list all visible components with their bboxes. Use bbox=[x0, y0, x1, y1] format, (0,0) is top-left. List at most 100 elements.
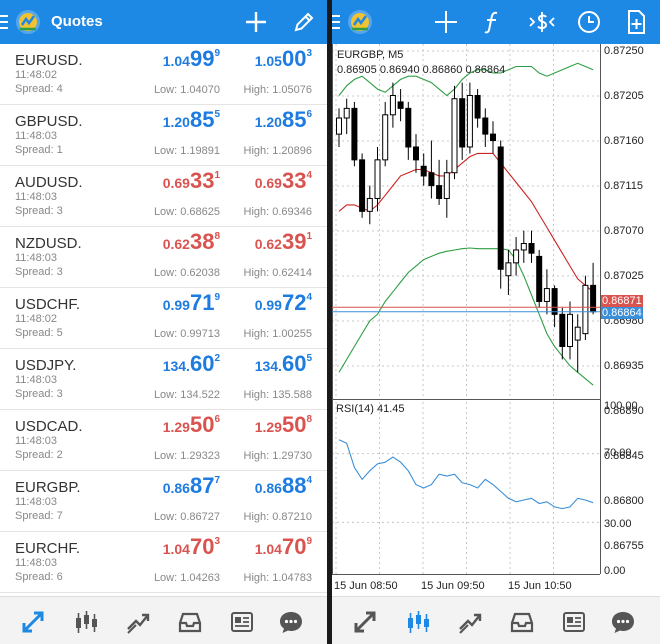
candle-body bbox=[474, 94, 481, 119]
bid-price: 0.62388 bbox=[163, 231, 220, 253]
symbol-switch-icon[interactable] bbox=[528, 8, 556, 36]
ask-price-big: 39 bbox=[281, 229, 307, 254]
price-chart[interactable]: EURGBP, M5 0.86905 0.86940 0.86860 0.868… bbox=[332, 44, 660, 596]
bid-price: 1.20855 bbox=[163, 109, 220, 131]
bid-price-big: 71 bbox=[189, 290, 215, 315]
candle-body bbox=[405, 107, 412, 148]
quote-row[interactable]: USDCAD. 11:48:03 Spread: 2 1.29506 1.29508 Lo… bbox=[0, 410, 327, 471]
candle-body bbox=[574, 326, 581, 341]
low-value: Low: 0.99713 bbox=[153, 328, 220, 340]
chart-candles-icon[interactable] bbox=[73, 609, 99, 635]
ask-price-prefix: 0.99 bbox=[254, 297, 282, 313]
bid-price-prefix: 1.20 bbox=[162, 114, 190, 130]
bid-price-big: 70 bbox=[189, 534, 215, 559]
candle-body bbox=[559, 313, 566, 348]
quote-row[interactable]: GBPUSD. 11:48:03 Spread: 1 1.20855 1.20856 Lo… bbox=[0, 105, 327, 166]
quotes-arrows-icon[interactable] bbox=[352, 609, 378, 635]
bid-price: 0.69331 bbox=[163, 170, 220, 192]
ask-price-prefix: 1.05 bbox=[254, 53, 282, 69]
ask-price-pip: 1 bbox=[306, 231, 312, 242]
ask-price-prefix: 1.20 bbox=[254, 114, 282, 130]
quote-time: 11:48:03 bbox=[15, 374, 58, 386]
trade-arrows-icon[interactable] bbox=[457, 609, 483, 635]
candle-body bbox=[551, 288, 558, 315]
rsi-axis-label: 70.00 bbox=[604, 447, 632, 459]
quotes-arrows-icon[interactable] bbox=[20, 609, 46, 635]
edit-pencil-icon[interactable] bbox=[290, 8, 318, 36]
ask-price: 1.04709 bbox=[255, 536, 312, 558]
candle-body bbox=[520, 243, 527, 251]
quote-row[interactable]: EURUSD. 11:48:02 Spread: 4 1.04999 1.05003 Lo… bbox=[0, 44, 327, 105]
bid-price-tag: 0.86864 bbox=[601, 306, 643, 319]
bid-price: 1.04999 bbox=[163, 48, 220, 70]
candle-body bbox=[413, 146, 419, 161]
menu-icon[interactable] bbox=[332, 11, 342, 33]
candle-body bbox=[582, 284, 589, 335]
low-value: Low: 1.19891 bbox=[153, 145, 220, 157]
bid-price-pip: 7 bbox=[214, 475, 220, 486]
crosshair-icon[interactable] bbox=[432, 8, 460, 36]
candle-body bbox=[343, 107, 350, 119]
ask-price-tag: 0.86871 bbox=[601, 295, 643, 308]
ask-price: 1.20856 bbox=[255, 109, 312, 131]
bid-price-pip: 6 bbox=[214, 414, 220, 425]
quote-row[interactable]: EURCHF. 11:48:03 Spread: 6 1.04703 1.04709 Lo… bbox=[0, 532, 327, 593]
low-value: Low: 1.29323 bbox=[153, 450, 220, 462]
candle-body bbox=[505, 262, 512, 277]
candle-body bbox=[443, 172, 450, 199]
ask-price: 1.29508 bbox=[255, 414, 312, 436]
candle-body bbox=[482, 117, 489, 135]
price-axis-label: 0.86800 bbox=[604, 495, 644, 507]
candle-body bbox=[543, 288, 550, 302]
menu-icon[interactable] bbox=[0, 11, 10, 33]
high-value: High: 1.05076 bbox=[243, 84, 313, 96]
high-value: High: 1.04783 bbox=[243, 572, 313, 584]
ask-price: 0.86884 bbox=[255, 475, 312, 497]
news-icon[interactable] bbox=[561, 609, 587, 635]
candle-body bbox=[351, 107, 358, 161]
timeframe-clock-icon[interactable] bbox=[575, 8, 603, 36]
symbol-name: USDJPY. bbox=[15, 357, 77, 374]
candle-body bbox=[490, 133, 496, 142]
quote-row[interactable]: AUDUSD. 11:48:03 Spread: 3 0.69331 0.69334 Lo… bbox=[0, 166, 327, 227]
symbol-name: NZDUSD. bbox=[15, 235, 82, 252]
quote-row[interactable]: NZDUSD. 11:48:03 Spread: 3 0.62388 0.62391 Lo… bbox=[0, 227, 327, 288]
bid-price-prefix: 0.62 bbox=[162, 236, 190, 252]
chart-candles-icon[interactable] bbox=[405, 609, 431, 635]
chat-icon[interactable] bbox=[610, 609, 636, 635]
symbol-name: USDCHF. bbox=[15, 296, 81, 313]
bottom-navigation bbox=[0, 596, 327, 644]
new-order-icon[interactable] bbox=[622, 8, 650, 36]
ask-price: 134.605 bbox=[255, 353, 312, 375]
quote-row[interactable]: EURGBP. 11:48:03 Spread: 7 0.86877 0.86884 Lo… bbox=[0, 471, 327, 532]
news-icon[interactable] bbox=[229, 609, 255, 635]
add-symbol-button[interactable] bbox=[242, 8, 270, 36]
bid-price-big: 50 bbox=[189, 412, 215, 437]
low-value: Low: 0.68625 bbox=[153, 206, 220, 218]
bid-price-pip: 1 bbox=[214, 170, 220, 181]
history-inbox-icon[interactable] bbox=[177, 609, 203, 635]
candle-body bbox=[567, 313, 573, 348]
quote-row[interactable]: USDCHF. 11:48:02 Spread: 5 0.99719 0.99724 Lo… bbox=[0, 288, 327, 349]
chat-icon[interactable] bbox=[278, 609, 304, 635]
quote-time: 11:48:03 bbox=[15, 130, 58, 142]
price-axis-label: 0.87115 bbox=[604, 180, 643, 192]
low-value: Low: 1.04070 bbox=[153, 84, 220, 96]
bid-price-pip: 3 bbox=[214, 536, 220, 547]
rsi-axis-label: 0.00 bbox=[604, 565, 626, 577]
price-axis-label: 0.87250 bbox=[604, 45, 644, 57]
indicators-function-icon[interactable] bbox=[478, 8, 506, 36]
candle-body bbox=[428, 172, 435, 187]
quote-row[interactable]: USDJPY. 11:48:03 Spread: 3 134.602 134.605 Lo… bbox=[0, 349, 327, 410]
history-inbox-icon[interactable] bbox=[509, 609, 535, 635]
price-axis-label: 0.87070 bbox=[604, 225, 644, 237]
time-axis-label: 15 Jun 10:50 bbox=[508, 580, 572, 592]
candle-body bbox=[436, 185, 443, 199]
chart-symbol-label: EURGBP, M5 bbox=[337, 49, 404, 61]
bid-price-big: 85 bbox=[189, 107, 215, 132]
trade-arrows-icon[interactable] bbox=[125, 609, 151, 635]
time-axis-label: 15 Jun 08:50 bbox=[334, 580, 398, 592]
bid-price: 1.29506 bbox=[163, 414, 220, 436]
quote-time: 11:48:03 bbox=[15, 435, 58, 447]
bid-price-big: 60 bbox=[189, 351, 215, 376]
